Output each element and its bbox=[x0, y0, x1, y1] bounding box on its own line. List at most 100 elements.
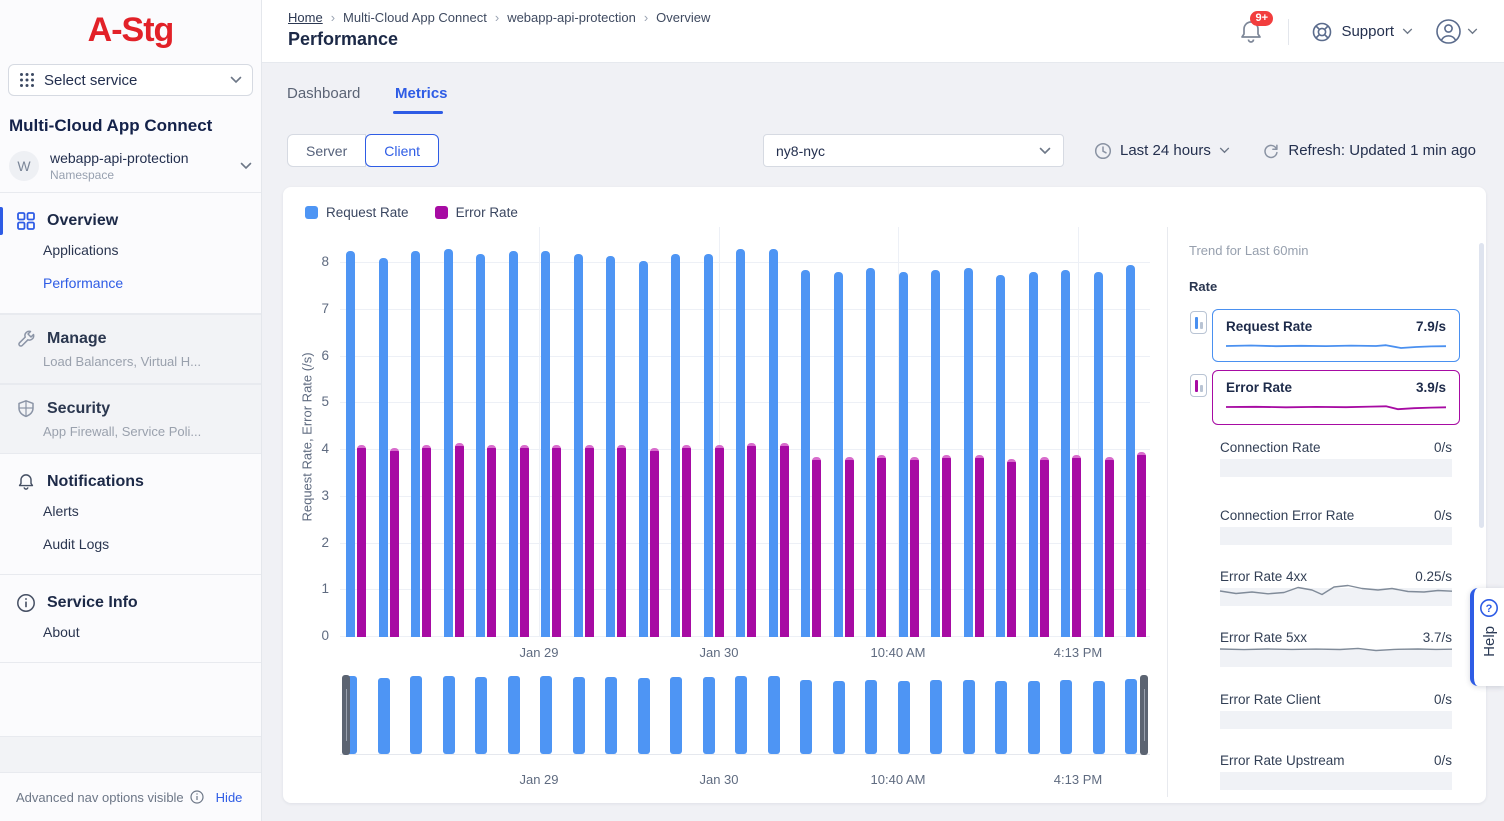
request-rate-bar[interactable] bbox=[801, 270, 810, 637]
navigator-handle-left[interactable] bbox=[342, 675, 350, 755]
request-rate-bar[interactable] bbox=[444, 249, 453, 637]
support-menu[interactable]: Support bbox=[1311, 21, 1413, 43]
sidebar-item-alerts[interactable]: Alerts bbox=[0, 494, 261, 527]
error-rate-bar[interactable] bbox=[780, 443, 789, 637]
request-rate-bar[interactable] bbox=[346, 251, 355, 637]
breadcrumb-item[interactable]: Multi-Cloud App Connect bbox=[343, 10, 487, 25]
request-rate-bar[interactable] bbox=[899, 272, 908, 637]
sidebar: A-Stg Select service Multi-Cloud App Con… bbox=[0, 0, 262, 821]
sidebar-item-audit-logs[interactable]: Audit Logs bbox=[0, 527, 261, 560]
request-rate-bar[interactable] bbox=[411, 251, 420, 637]
trend-row-error-rate-5xx[interactable]: Error Rate 5xx3.7/s bbox=[1220, 630, 1452, 667]
trend-card-request-rate[interactable]: Request Rate 7.9/s bbox=[1212, 309, 1460, 362]
navigator-handle-right[interactable] bbox=[1140, 675, 1148, 755]
request-rate-bar[interactable] bbox=[996, 275, 1005, 637]
chart-range-navigator[interactable] bbox=[340, 675, 1150, 755]
error-rate-bar[interactable] bbox=[682, 445, 691, 637]
trend-card-error-rate[interactable]: Error Rate 3.9/s bbox=[1212, 370, 1460, 425]
error-rate-bar[interactable] bbox=[715, 445, 724, 637]
breadcrumb-item[interactable]: Home bbox=[288, 10, 323, 25]
sidebar-item-applications[interactable]: Applications bbox=[0, 233, 261, 266]
error-rate-bar[interactable] bbox=[975, 455, 984, 637]
server-client-toggle: Server Client bbox=[287, 134, 439, 167]
breadcrumb-item[interactable]: webapp-api-protection bbox=[507, 10, 636, 25]
error-rate-bar[interactable] bbox=[422, 445, 431, 637]
sidebar-item-manage[interactable]: Manage bbox=[0, 327, 261, 351]
error-rate-bar[interactable] bbox=[455, 443, 464, 637]
error-rate-chart-type-icon[interactable] bbox=[1190, 374, 1207, 397]
error-rate-bar[interactable] bbox=[650, 448, 659, 637]
navigator-bar bbox=[540, 676, 552, 754]
nav-section-subtitle: Load Balancers, Virtual H... bbox=[0, 351, 261, 371]
sidebar-item-security[interactable]: Security bbox=[0, 397, 261, 421]
request-rate-bar[interactable] bbox=[541, 251, 550, 637]
request-rate-bar[interactable] bbox=[866, 268, 875, 637]
trend-row-connection-error-rate[interactable]: Connection Error Rate0/s bbox=[1220, 508, 1452, 545]
legend-item[interactable]: Error Rate bbox=[435, 205, 518, 220]
error-rate-bar[interactable] bbox=[617, 445, 626, 637]
toggle-client[interactable]: Client bbox=[365, 134, 439, 167]
error-rate-bar[interactable] bbox=[1072, 455, 1081, 637]
error-rate-bar[interactable] bbox=[942, 455, 951, 637]
time-range-dropdown[interactable]: Last 24 hours bbox=[1094, 134, 1230, 167]
error-rate-bar[interactable] bbox=[390, 448, 399, 637]
request-rate-bar[interactable] bbox=[606, 256, 615, 637]
request-rate-bar[interactable] bbox=[964, 268, 973, 637]
error-rate-bar[interactable] bbox=[910, 457, 919, 637]
request-rate-bar[interactable] bbox=[1094, 272, 1103, 637]
error-rate-bar[interactable] bbox=[1007, 459, 1016, 637]
request-rate-bar[interactable] bbox=[379, 258, 388, 637]
request-rate-bar[interactable] bbox=[1126, 265, 1135, 637]
error-rate-bar[interactable] bbox=[877, 455, 886, 637]
request-rate-bar[interactable] bbox=[476, 254, 485, 637]
request-rate-bar[interactable] bbox=[736, 249, 745, 637]
sidebar-item-service-info[interactable]: Service Info bbox=[0, 591, 261, 615]
hide-nav-link[interactable]: Hide bbox=[216, 790, 243, 805]
trend-row-connection-rate[interactable]: Connection Rate0/s bbox=[1220, 440, 1452, 477]
sidebar-collapsed-band bbox=[0, 736, 261, 773]
error-rate-bar[interactable] bbox=[552, 445, 561, 637]
error-rate-bar[interactable] bbox=[487, 445, 496, 637]
request-rate-bar[interactable] bbox=[1029, 272, 1038, 637]
toggle-server[interactable]: Server bbox=[287, 134, 366, 167]
error-rate-bar[interactable] bbox=[1137, 452, 1146, 637]
sidebar-item-overview[interactable]: Overview bbox=[0, 209, 261, 233]
select-service-dropdown[interactable]: Select service bbox=[8, 64, 253, 96]
y-axis-tick: 4 bbox=[283, 441, 329, 456]
request-rate-bar[interactable] bbox=[1061, 270, 1070, 637]
error-rate-bar[interactable] bbox=[357, 445, 366, 637]
trend-row-error-rate-upstream[interactable]: Error Rate Upstream0/s bbox=[1220, 753, 1452, 790]
user-account-menu[interactable] bbox=[1435, 18, 1478, 45]
error-rate-bar[interactable] bbox=[845, 457, 854, 637]
request-rate-bar[interactable] bbox=[639, 261, 648, 637]
help-tab-button[interactable]: ? Help bbox=[1470, 588, 1504, 686]
error-rate-bar[interactable] bbox=[747, 443, 756, 637]
trend-row-error-rate-client[interactable]: Error Rate Client0/s bbox=[1220, 692, 1452, 729]
site-selector-dropdown[interactable]: ny8-nyc bbox=[763, 134, 1064, 167]
sidebar-item-notifications[interactable]: Notifications bbox=[0, 470, 261, 494]
legend-label: Request Rate bbox=[326, 205, 409, 220]
refresh-button[interactable]: Refresh: Updated 1 min ago bbox=[1262, 134, 1476, 167]
sidebar-item-about[interactable]: About bbox=[0, 615, 261, 648]
error-rate-bar[interactable] bbox=[520, 445, 529, 637]
request-rate-bar[interactable] bbox=[769, 249, 778, 637]
notifications-bell-button[interactable]: 9+ bbox=[1238, 18, 1266, 46]
request-rate-bar[interactable] bbox=[574, 254, 583, 637]
sidebar-item-performance[interactable]: Performance bbox=[0, 266, 261, 299]
tab-dashboard[interactable]: Dashboard bbox=[287, 85, 360, 102]
tab-metrics[interactable]: Metrics bbox=[395, 85, 448, 102]
error-rate-bar[interactable] bbox=[812, 457, 821, 637]
trend-panel-scrollbar[interactable] bbox=[1479, 243, 1484, 528]
request-rate-bar[interactable] bbox=[509, 251, 518, 637]
request-rate-bar[interactable] bbox=[704, 254, 713, 637]
error-rate-bar[interactable] bbox=[1105, 457, 1114, 637]
request-rate-bar[interactable] bbox=[671, 254, 680, 637]
error-rate-bar[interactable] bbox=[1040, 457, 1049, 637]
namespace-selector[interactable]: W webapp-api-protection Namespace bbox=[0, 136, 261, 192]
request-rate-bar[interactable] bbox=[834, 272, 843, 637]
error-rate-bar[interactable] bbox=[585, 445, 594, 637]
request-rate-chart-type-icon[interactable] bbox=[1190, 311, 1207, 334]
legend-item[interactable]: Request Rate bbox=[305, 205, 409, 220]
trend-row-error-rate-4xx[interactable]: Error Rate 4xx0.25/s bbox=[1220, 569, 1452, 606]
request-rate-bar[interactable] bbox=[931, 270, 940, 637]
